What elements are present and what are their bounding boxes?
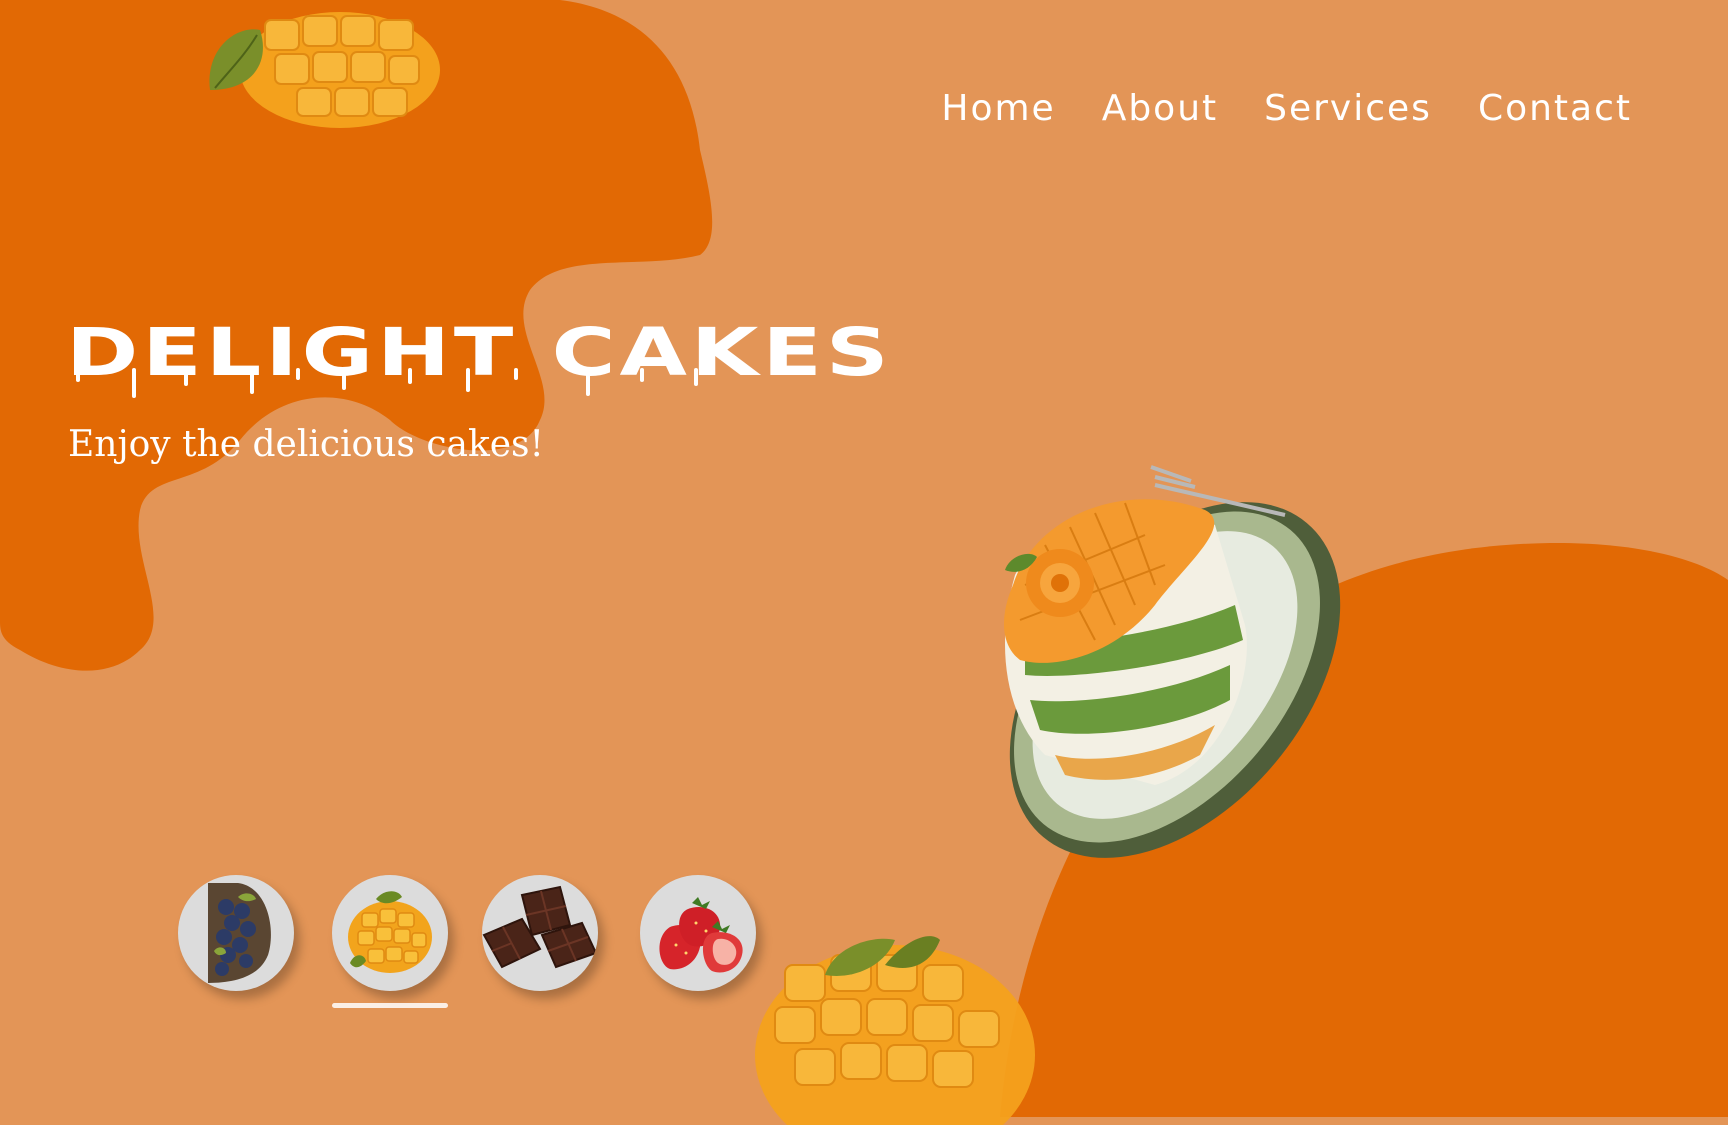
mango-cake-image bbox=[1003, 465, 1341, 858]
nav-services[interactable]: Services bbox=[1264, 88, 1432, 129]
flavor-selector bbox=[178, 875, 778, 1015]
chocolate-icon bbox=[482, 885, 598, 969]
flavor-blueberry[interactable] bbox=[178, 875, 294, 991]
hero-subtitle: Enjoy the delicious cakes! bbox=[68, 424, 544, 465]
flavor-strawberry[interactable] bbox=[640, 875, 756, 991]
mango-decoration-bottom bbox=[755, 936, 1035, 1125]
strawberry-icon bbox=[659, 897, 743, 973]
flavor-mango[interactable] bbox=[332, 875, 448, 991]
selected-flavor-indicator bbox=[332, 1003, 448, 1008]
nav-about[interactable]: About bbox=[1102, 88, 1218, 129]
mango-icon bbox=[348, 891, 432, 973]
mango-decoration-top bbox=[209, 12, 440, 128]
blueberry-icon bbox=[208, 883, 271, 983]
main-nav: Home About Services Contact bbox=[941, 88, 1632, 129]
nav-contact[interactable]: Contact bbox=[1478, 88, 1632, 129]
flavor-chocolate[interactable] bbox=[482, 875, 598, 991]
nav-home[interactable]: Home bbox=[941, 88, 1055, 129]
drip-decoration bbox=[76, 368, 698, 398]
